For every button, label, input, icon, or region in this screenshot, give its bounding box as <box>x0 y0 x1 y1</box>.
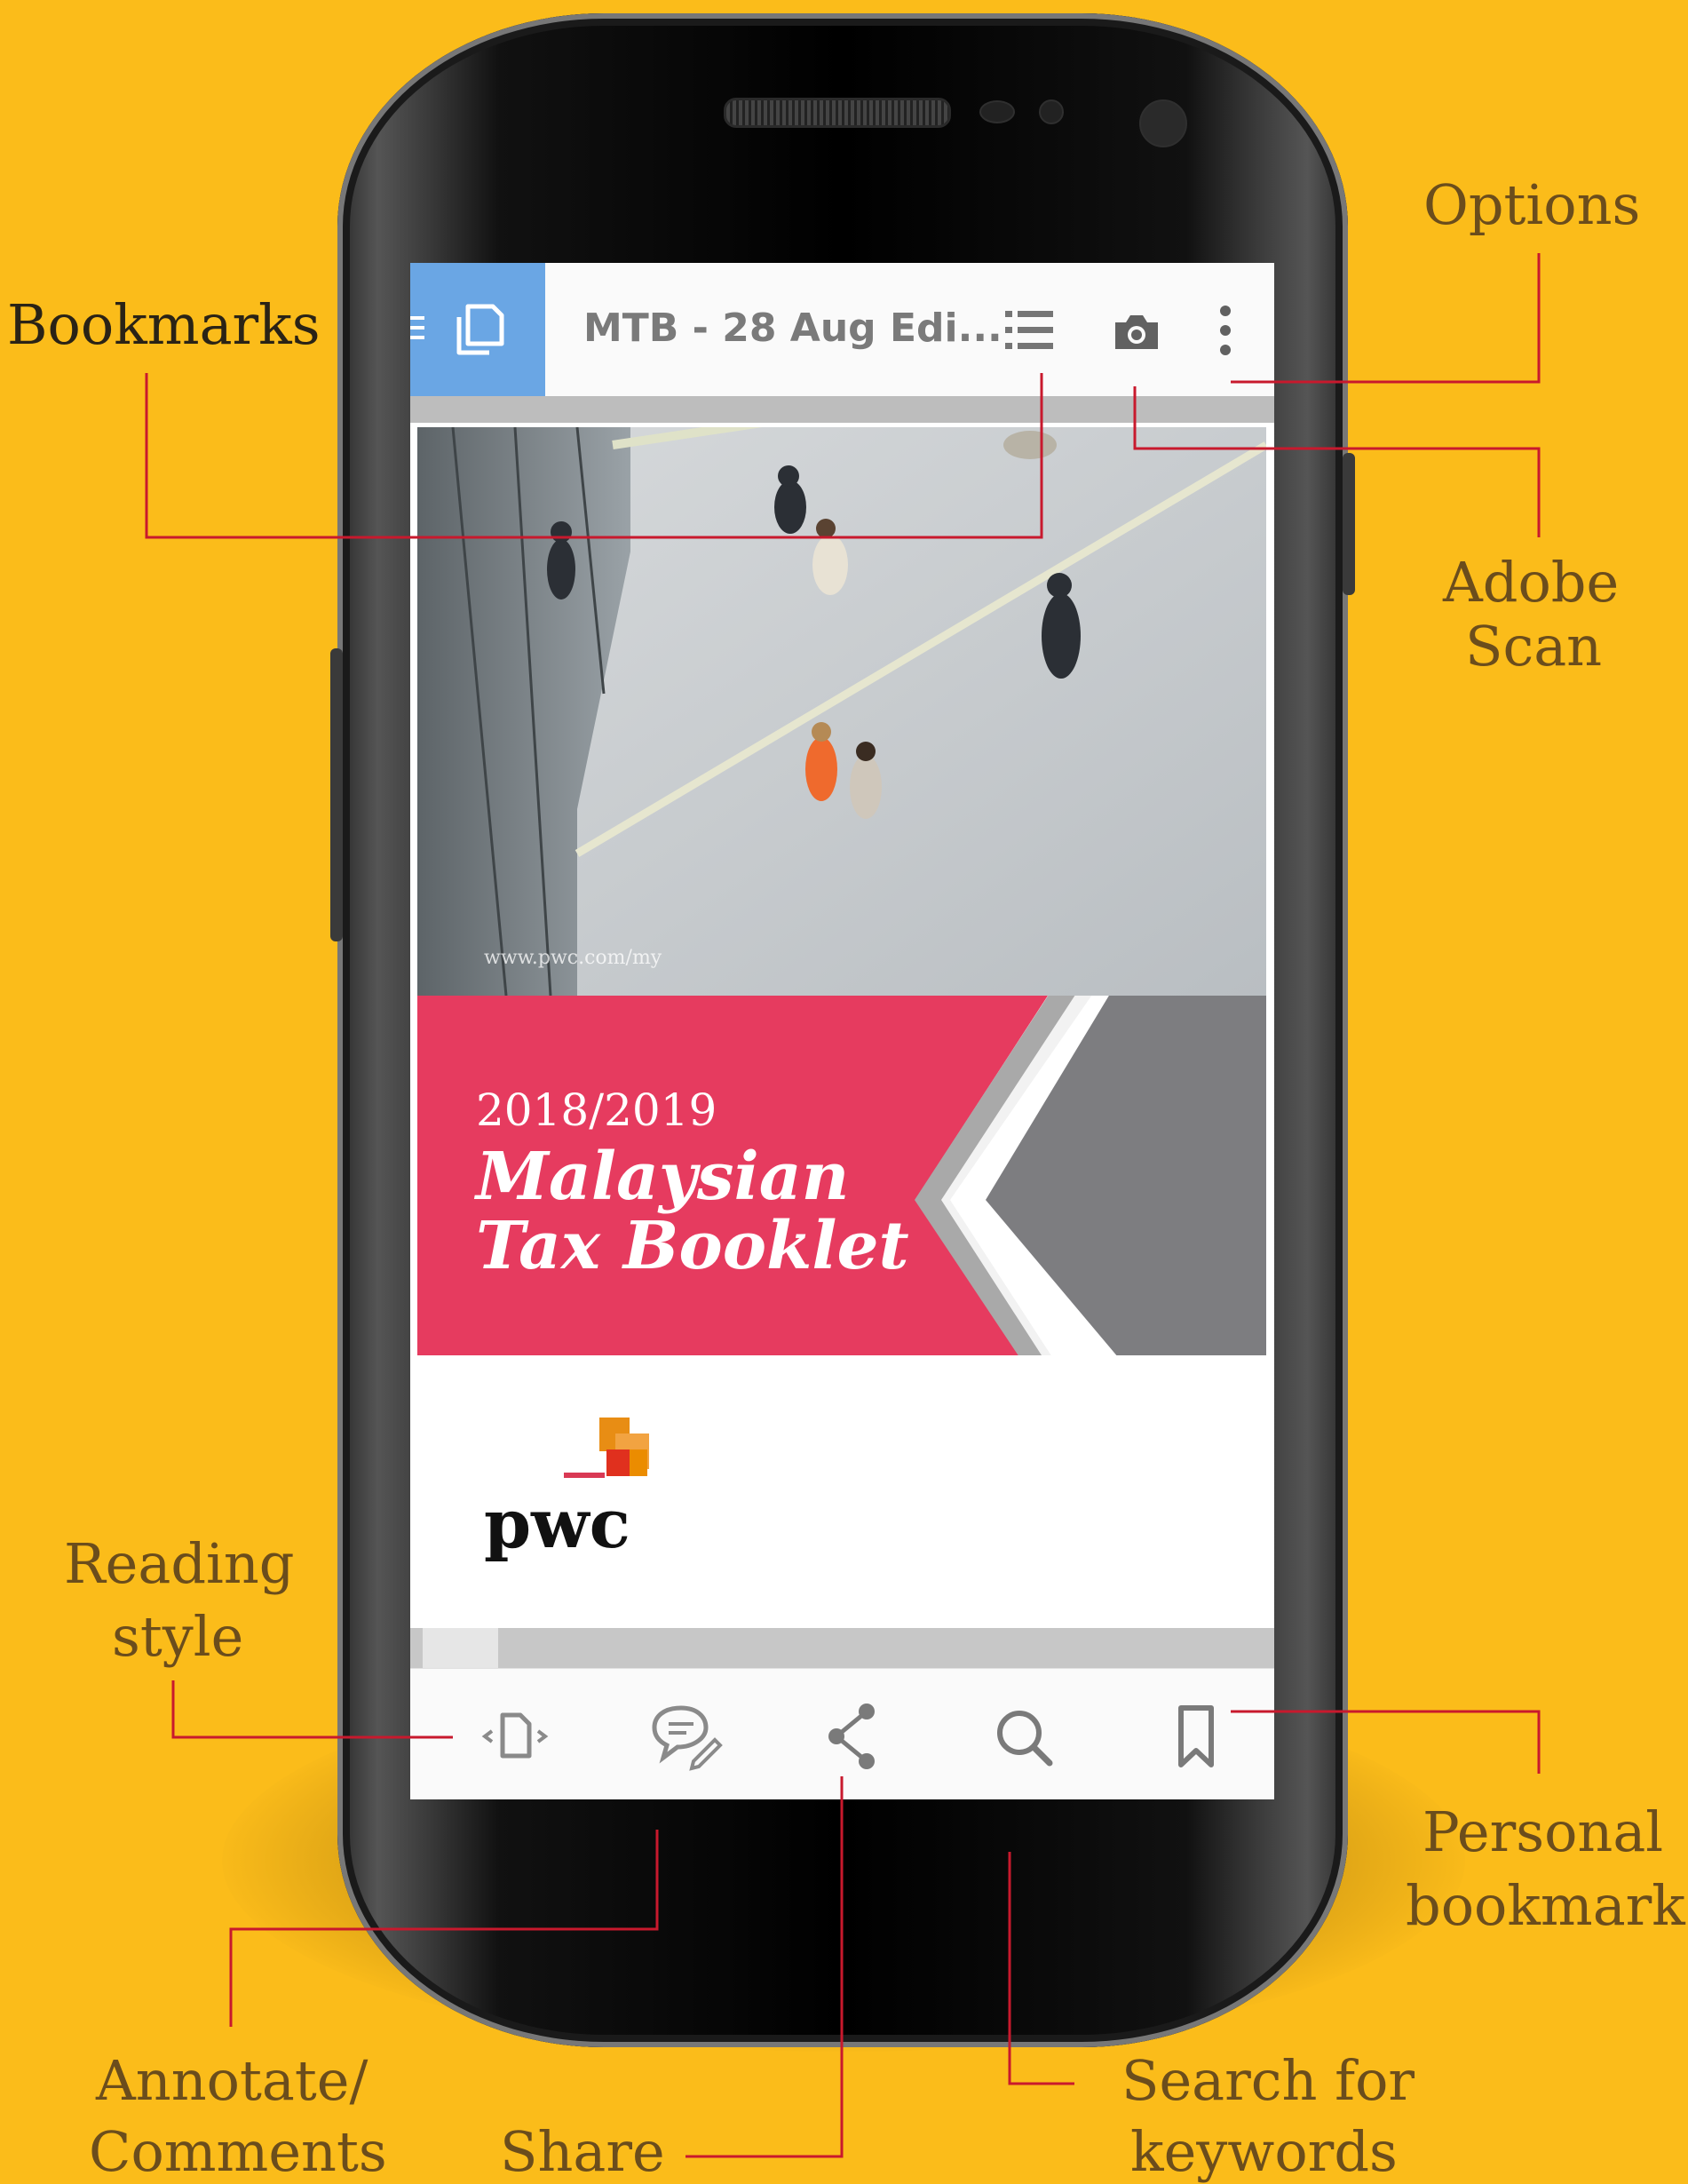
callout-annotate-line1: Annotate/ <box>96 2048 369 2113</box>
callout-adobe-scan-line2: Scan <box>1465 614 1603 679</box>
callout-bookmarks: Bookmarks <box>7 292 321 357</box>
callout-search-line1: Search for <box>1121 2048 1415 2113</box>
callout-annotate-line2: Comments <box>89 2119 387 2184</box>
callout-personal-bookmark-line2: bookmark <box>1406 1873 1685 1938</box>
callout-share: Share <box>500 2119 665 2184</box>
promo-stage: MTB - 28 Aug Edi... www.pwc.com/my 2018/… <box>0 0 1688 2184</box>
callout-search-line2: keywords <box>1130 2119 1398 2184</box>
callout-reading-style-line2: style <box>112 1604 244 1669</box>
callout-reading-style-line1: Reading <box>64 1531 295 1596</box>
callout-personal-bookmark-line1: Personal <box>1423 1799 1664 1864</box>
callout-adobe-scan-line1: Adobe <box>1443 550 1620 615</box>
callout-options: Options <box>1423 172 1641 237</box>
